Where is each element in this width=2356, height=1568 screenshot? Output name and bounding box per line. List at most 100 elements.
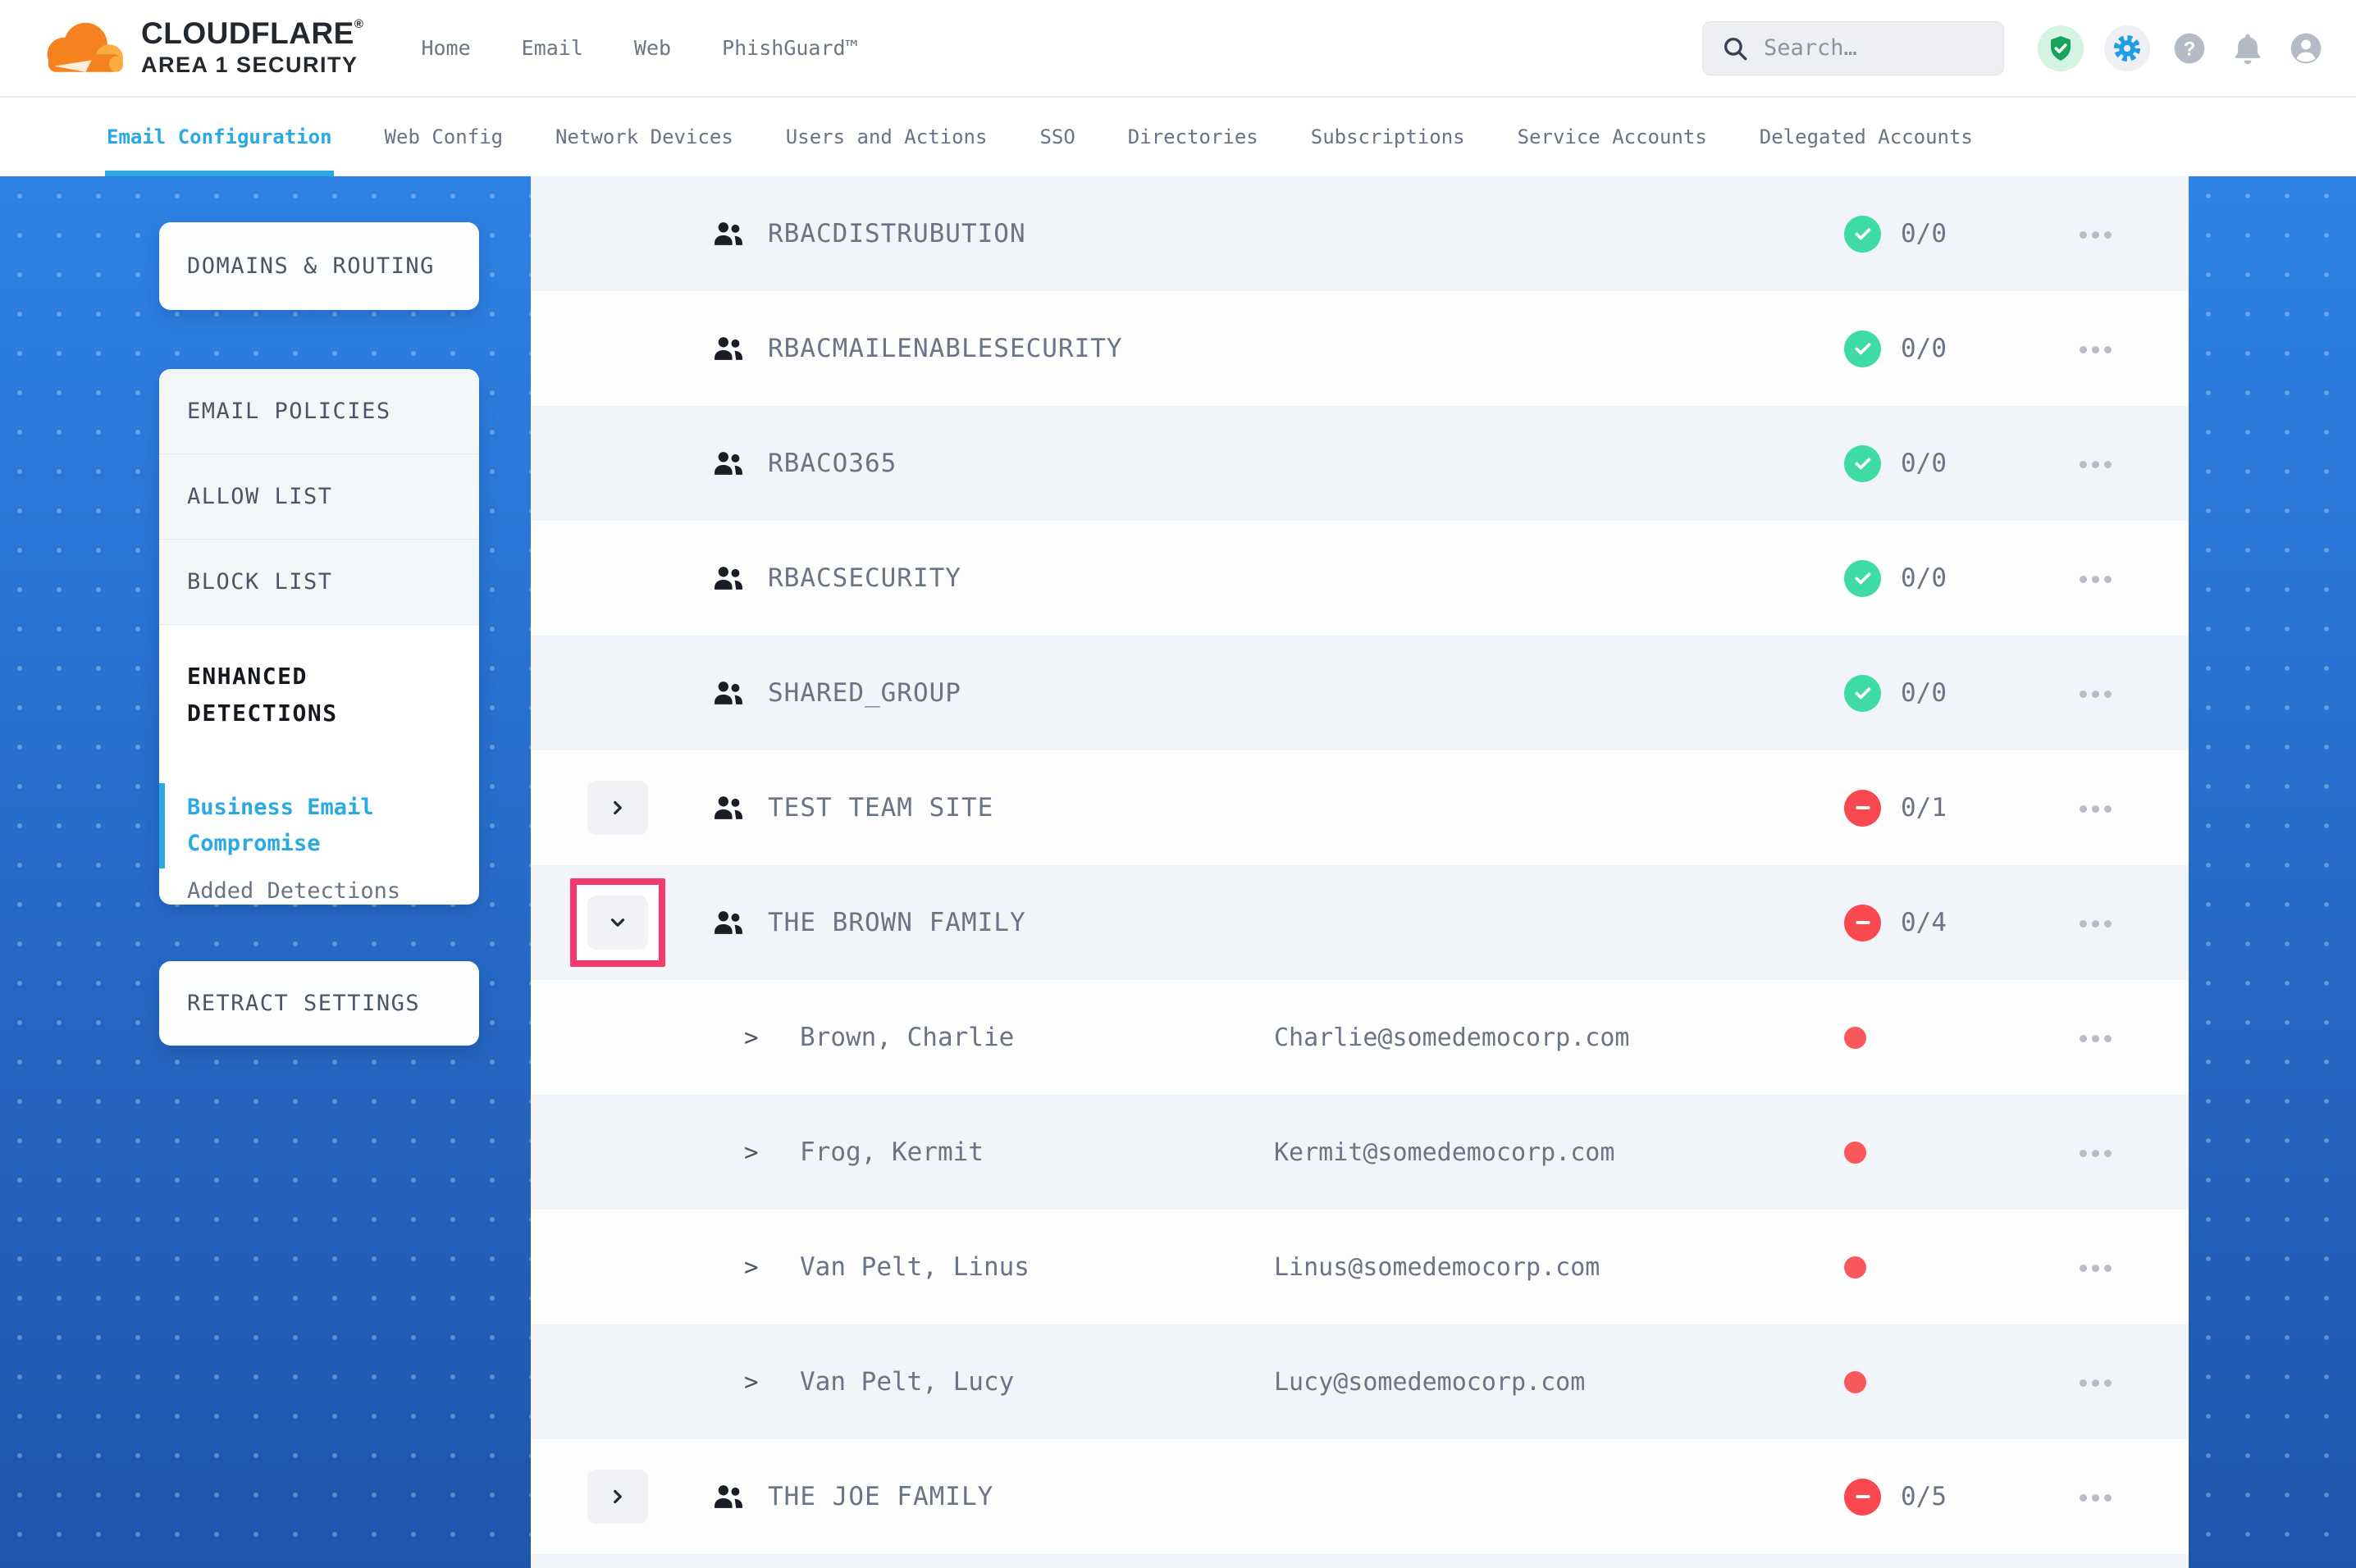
tab-network-devices[interactable]: Network Devices bbox=[555, 98, 733, 176]
status-badge bbox=[1844, 560, 1881, 597]
sidebar-item-added-detections[interactable]: Added Detections bbox=[187, 878, 451, 904]
cloudflare-cloud-icon bbox=[34, 16, 133, 81]
member-status-dot bbox=[1844, 1371, 1866, 1393]
member-chevron-icon[interactable]: > bbox=[744, 1138, 800, 1166]
group-name[interactable]: THE JOE FAMILY bbox=[768, 1482, 1844, 1511]
tab-subscriptions[interactable]: Subscriptions bbox=[1311, 98, 1465, 176]
directory-groups-table: RBACDISTRUBUTION 0/0 bbox=[531, 176, 2189, 1568]
settings-gear-icon[interactable] bbox=[2104, 25, 2150, 71]
sidebar-retract-settings-label: RETRACT SETTINGS bbox=[187, 991, 420, 1016]
group-name[interactable]: RBACO365 bbox=[768, 449, 1844, 478]
member-status-dot bbox=[1844, 1027, 1866, 1049]
tab-email-configuration[interactable]: Email Configuration bbox=[107, 98, 332, 176]
tab-delegated-accounts[interactable]: Delegated Accounts bbox=[1760, 98, 1973, 176]
user-avatar-icon[interactable] bbox=[2287, 30, 2325, 67]
member-status-dot bbox=[1844, 1142, 1866, 1164]
notifications-bell-icon[interactable] bbox=[2229, 30, 2267, 67]
row-actions-menu[interactable] bbox=[2080, 805, 2112, 813]
background-right-band bbox=[2189, 176, 2356, 1568]
sidebar-item-business-email-compromise[interactable]: Business Email Compromise bbox=[159, 783, 479, 868]
member-name[interactable]: Brown, Charlie bbox=[800, 1023, 1274, 1052]
row-actions-menu[interactable] bbox=[2080, 576, 2112, 583]
group-row-the-brown-family: THE BROWN FAMILY 0/4 bbox=[531, 865, 2189, 980]
row-actions-menu[interactable] bbox=[2080, 1494, 2112, 1502]
highlight-box bbox=[587, 781, 648, 835]
expand-toggle-button[interactable] bbox=[587, 896, 648, 950]
sidebar-retract-settings[interactable]: RETRACT SETTINGS bbox=[159, 961, 479, 1046]
member-row-van-pelt-linus: > Van Pelt, Linus Linus@somedemocorp.com bbox=[531, 1210, 2189, 1324]
group-name[interactable]: SHARED_GROUP bbox=[768, 678, 1844, 708]
tab-web-config[interactable]: Web Config bbox=[385, 98, 504, 176]
highlight-box bbox=[587, 321, 648, 376]
row-actions-menu[interactable] bbox=[2080, 231, 2112, 239]
row-actions-menu[interactable] bbox=[2080, 1035, 2112, 1042]
member-status-dot bbox=[1844, 1256, 1866, 1279]
sidebar-item-allow-list[interactable]: ALLOW LIST bbox=[159, 454, 479, 540]
group-name[interactable]: TEST TEAM SITE bbox=[768, 793, 1844, 823]
group-icon bbox=[712, 219, 745, 248]
row-actions-menu[interactable] bbox=[2080, 1379, 2112, 1387]
status-badge bbox=[1844, 330, 1881, 367]
tab-directories[interactable]: Directories bbox=[1128, 98, 1258, 176]
member-chevron-icon[interactable]: > bbox=[744, 1368, 800, 1396]
row-actions-menu[interactable] bbox=[2080, 346, 2112, 353]
sidebar-item-email-policies[interactable]: EMAIL POLICIES bbox=[159, 369, 479, 454]
expand-toggle-button[interactable] bbox=[587, 781, 648, 835]
group-row-shared-group: SHARED_GROUP 0/0 bbox=[531, 636, 2189, 750]
member-name[interactable]: Van Pelt, Linus bbox=[800, 1252, 1274, 1282]
group-row-the-joe-family: THE JOE FAMILY 0/5 bbox=[531, 1439, 2189, 1554]
row-actions-menu[interactable] bbox=[2080, 1150, 2112, 1157]
member-chevron-icon[interactable]: > bbox=[744, 1253, 800, 1281]
member-count: 0/0 bbox=[1901, 678, 1947, 708]
row-actions-menu[interactable] bbox=[2080, 920, 2112, 928]
group-icon bbox=[712, 678, 745, 708]
row-actions-menu[interactable] bbox=[2080, 1265, 2112, 1272]
nav-home[interactable]: Home bbox=[421, 36, 470, 60]
shield-check-icon[interactable] bbox=[2038, 25, 2084, 71]
help-icon[interactable]: ? bbox=[2171, 30, 2208, 67]
group-row-rbacsecurity: RBACSECURITY 0/0 bbox=[531, 521, 2189, 636]
highlight-box bbox=[587, 551, 648, 605]
member-count: 0/0 bbox=[1901, 563, 1947, 593]
member-chevron-icon[interactable]: > bbox=[744, 1023, 800, 1051]
page-body: RBACDISTRUBUTION 0/0 bbox=[0, 176, 2356, 1568]
highlight-box bbox=[570, 878, 665, 967]
member-count: 0/0 bbox=[1901, 334, 1947, 363]
status-badge bbox=[1844, 216, 1881, 253]
expand-toggle-button[interactable] bbox=[587, 1470, 648, 1524]
group-name[interactable]: RBACMAILENABLESECURITY bbox=[768, 334, 1844, 363]
brand-subname: AREA 1 SECURITY bbox=[141, 52, 363, 78]
member-row-frog-kermit: > Frog, Kermit Kermit@somedemocorp.com bbox=[531, 1095, 2189, 1210]
group-name[interactable]: THE BROWN FAMILY bbox=[768, 908, 1844, 937]
member-email: Linus@somedemocorp.com bbox=[1274, 1253, 1844, 1282]
tab-service-accounts[interactable]: Service Accounts bbox=[1518, 98, 1707, 176]
member-row-brown-charlie: > Brown, Charlie Charlie@somedemocorp.co… bbox=[531, 980, 2189, 1095]
row-actions-menu[interactable] bbox=[2080, 691, 2112, 698]
member-name[interactable]: Van Pelt, Lucy bbox=[800, 1367, 1274, 1397]
group-row-test-team-site: TEST TEAM SITE 0/1 bbox=[531, 750, 2189, 865]
group-icon bbox=[712, 793, 745, 823]
tab-sso[interactable]: SSO bbox=[1039, 98, 1075, 176]
group-row-rbaco365: RBACO365 0/0 bbox=[531, 406, 2189, 521]
nav-web[interactable]: Web bbox=[634, 36, 671, 60]
sidebar-enhanced-detections-header: ENHANCED DETECTIONS bbox=[187, 658, 451, 732]
group-name[interactable]: RBACSECURITY bbox=[768, 563, 1844, 593]
member-name[interactable]: Frog, Kermit bbox=[800, 1137, 1274, 1167]
top-navigation: Home Email Web PhishGuard™ bbox=[421, 36, 857, 60]
sidebar-domains-routing[interactable]: DOMAINS & ROUTING bbox=[159, 222, 479, 310]
nav-email[interactable]: Email bbox=[522, 36, 583, 60]
group-row-partial bbox=[531, 1554, 2189, 1568]
row-actions-menu[interactable] bbox=[2080, 461, 2112, 468]
sidebar-item-block-list[interactable]: BLOCK LIST bbox=[159, 540, 479, 625]
search-input[interactable]: Search… bbox=[1702, 21, 2004, 75]
svg-text:?: ? bbox=[2184, 38, 2196, 60]
status-badge bbox=[1844, 790, 1881, 827]
group-name[interactable]: RBACDISTRUBUTION bbox=[768, 219, 1844, 248]
member-email: Lucy@somedemocorp.com bbox=[1274, 1368, 1844, 1397]
member-count: 0/0 bbox=[1901, 219, 1947, 248]
tab-users-and-actions[interactable]: Users and Actions bbox=[786, 98, 988, 176]
member-email: Kermit@somedemocorp.com bbox=[1274, 1138, 1844, 1167]
cloudflare-logo: CLOUDFLARE® AREA 1 SECURITY bbox=[34, 16, 363, 81]
nav-phishguard[interactable]: PhishGuard™ bbox=[722, 36, 858, 60]
member-count: 0/5 bbox=[1901, 1482, 1947, 1511]
